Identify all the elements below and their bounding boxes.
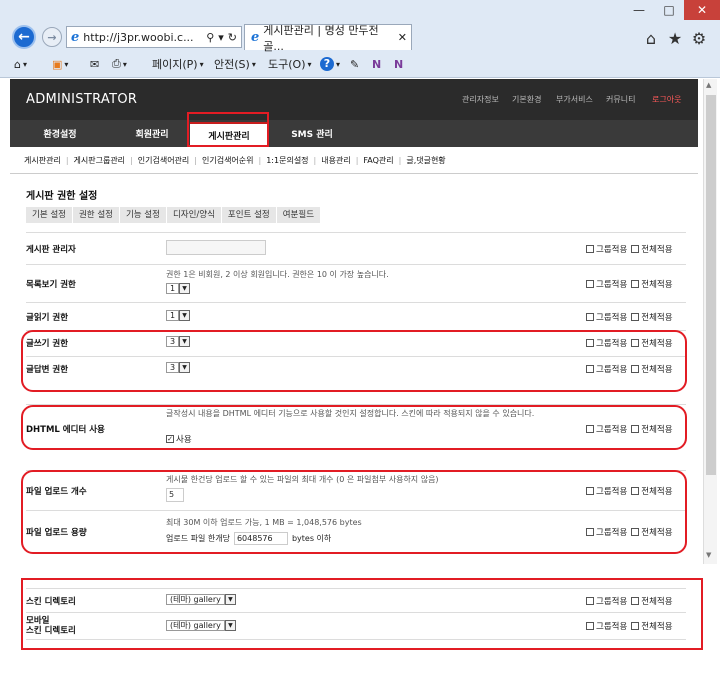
subtab-point[interactable]: 포인트 설정 (222, 207, 277, 223)
tab-sms[interactable]: SMS 관리 (264, 120, 360, 147)
close-button[interactable]: ✕ (684, 0, 720, 20)
tools-menu[interactable]: 도구(O) ▾ (268, 54, 312, 74)
all-apply-checkbox[interactable] (631, 313, 640, 321)
refresh-icon[interactable]: ↻ (228, 31, 237, 44)
scroll-up-icon[interactable]: ▲ (706, 81, 711, 89)
favorites-star-icon[interactable]: ★ (664, 28, 686, 48)
all-apply-checkbox[interactable] (631, 280, 640, 288)
subtab-extra[interactable]: 여분필드 (277, 207, 322, 223)
printer-icon: ⎙ (112, 57, 121, 70)
subnav-search-rank[interactable]: 인기검색어순위 (202, 155, 254, 166)
address-bar[interactable]: e http://j3pr.woobi.c... ⚲ ▾ ↻ (66, 26, 242, 48)
row-label: 글읽기 권한 (26, 313, 69, 323)
home-icon[interactable]: ⌂ (640, 28, 662, 48)
page-scrollbar[interactable]: ▲ ▼ (703, 79, 717, 564)
section-title: 게시판 권한 설정 (26, 191, 98, 202)
page-menu[interactable]: 페이지(P) ▾ (152, 54, 204, 74)
addon-icon: ✎ (350, 57, 360, 71)
highlight-box-write-reply (21, 330, 687, 392)
subnav-board-group[interactable]: 게시판그룹관리 (74, 155, 126, 166)
help-icon: ? (320, 57, 334, 71)
admin-main-tabs: 환경설정 회원관리 게시판관리 SMS 관리 (10, 120, 698, 147)
logout-link[interactable]: 로그아웃 (652, 94, 681, 105)
subnav-popular-search[interactable]: 인기검색어관리 (138, 155, 190, 166)
help-button[interactable]: ? ▾ (320, 54, 340, 74)
sub-nav: 게시판관리 | 게시판그룹관리 | 인기검색어관리 | 인기검색어순위 | 1:1문의설… (10, 148, 698, 174)
group-apply-checkbox[interactable] (586, 245, 594, 253)
subnav-content[interactable]: 내용관리 (321, 155, 350, 166)
apply-options: 그룹적용 전체적용 (584, 278, 673, 290)
setting-subtabs: 기본 설정 권한 설정 기능 설정 디자인/양식 포인트 설정 여분필드 (26, 207, 322, 223)
tab-close-icon[interactable]: ✕ (398, 31, 407, 44)
browser-chrome: — □ ✕ ← → e http://j3pr.woobi.c... ⚲ ▾ ↻… (0, 0, 720, 78)
forward-button[interactable]: → (42, 27, 62, 47)
addon-button[interactable]: ✎ (350, 54, 359, 74)
subnav-faq[interactable]: FAQ관리 (363, 155, 393, 166)
feeds-button[interactable]: ▣ ▾ (52, 54, 68, 74)
row-description: 권한 1은 비회원, 2 이상 회원입니다. 권한은 10 이 가장 높습니다. (166, 270, 389, 279)
manager-input[interactable] (166, 240, 266, 255)
all-apply-checkbox[interactable] (631, 245, 640, 253)
subtab-permission[interactable]: 권한 설정 (73, 207, 120, 223)
subnav-board[interactable]: 게시판관리 (24, 155, 61, 166)
row-label: 목록보기 권한 (26, 280, 76, 290)
rss-icon: ▣ (52, 57, 63, 71)
subtab-design[interactable]: 디자인/양식 (167, 207, 222, 223)
top-link-admin-info[interactable]: 관리자정보 (462, 94, 499, 105)
top-link-community[interactable]: 커뮤니티 (606, 94, 635, 105)
tab-ie-icon: e (251, 30, 260, 45)
row-read-permission: 글읽기 권한 1 ▼ 그룹적용 전체적용 (26, 302, 686, 330)
scrollbar-thumb[interactable] (706, 95, 716, 475)
tab-config[interactable]: 환경설정 (10, 120, 110, 147)
tab-title: 게시판관리 | 명성 만두전골... (263, 23, 379, 53)
home-small-icon: ⌂ (14, 57, 21, 71)
highlight-box-tab (187, 112, 269, 147)
maximize-button[interactable]: □ (654, 0, 684, 20)
safety-menu[interactable]: 안전(S) ▾ (214, 54, 256, 74)
ie-page-icon: e (71, 29, 80, 45)
highlight-box-skin (21, 578, 703, 650)
top-link-config[interactable]: 기본환경 (512, 94, 541, 105)
apply-options: 그룹적용 전체적용 (584, 311, 673, 323)
settings-gear-icon[interactable]: ⚙ (688, 28, 710, 48)
subtab-basic[interactable]: 기본 설정 (26, 207, 73, 223)
home-toolbar-button[interactable]: ⌂ ▾ (14, 54, 27, 74)
print-button[interactable]: ⎙ ▾ (112, 54, 127, 74)
dropdown-icon[interactable]: ▾ (218, 31, 224, 44)
group-apply-checkbox[interactable] (586, 313, 594, 321)
back-button[interactable]: ← (12, 25, 36, 49)
row-board-manager: 게시판 관리자 그룹적용 전체적용 (26, 232, 686, 264)
top-link-addons[interactable]: 부가서비스 (556, 94, 593, 105)
group-apply-checkbox[interactable] (586, 280, 594, 288)
subtab-feature[interactable]: 기능 설정 (120, 207, 167, 223)
row-list-permission: 목록보기 권한 권한 1은 비회원, 2 이상 회원입니다. 권한은 10 이 … (26, 264, 686, 302)
search-icon[interactable]: ⚲ (206, 31, 214, 44)
admin-brand: ADMINISTRATOR (26, 92, 138, 107)
scroll-down-icon[interactable]: ▼ (706, 551, 711, 559)
onenote-icon: N (372, 57, 382, 71)
read-permission-select[interactable]: 1 ▼ (166, 310, 191, 321)
onenote-linked-button[interactable]: N (394, 54, 403, 74)
address-text: http://j3pr.woobi.c... (83, 30, 194, 44)
apply-options: 그룹적용 전체적용 (584, 243, 673, 255)
chevron-down-icon: ▼ (179, 310, 191, 321)
onenote-linked-icon: N (394, 57, 404, 71)
browser-tab[interactable]: e 게시판관리 | 명성 만두전골... ✕ (244, 24, 412, 53)
mail-button[interactable]: ✉ (90, 54, 99, 74)
chevron-down-icon: ▼ (179, 283, 191, 294)
row-label: 게시판 관리자 (26, 245, 76, 255)
admin-header: ADMINISTRATOR 관리자정보 기본환경 부가서비스 커뮤니티 로그아웃 (10, 79, 698, 120)
highlight-box-dhtml (21, 405, 687, 450)
subnav-qa[interactable]: 1:1문의설정 (266, 155, 308, 166)
highlight-box-upload (21, 470, 687, 554)
subnav-post-status[interactable]: 글,댓글현황 (406, 155, 445, 166)
list-permission-select[interactable]: 1 ▼ (166, 283, 191, 294)
mail-icon: ✉ (90, 57, 100, 71)
onenote-button[interactable]: N (372, 54, 381, 74)
minimize-button[interactable]: — (624, 0, 654, 20)
